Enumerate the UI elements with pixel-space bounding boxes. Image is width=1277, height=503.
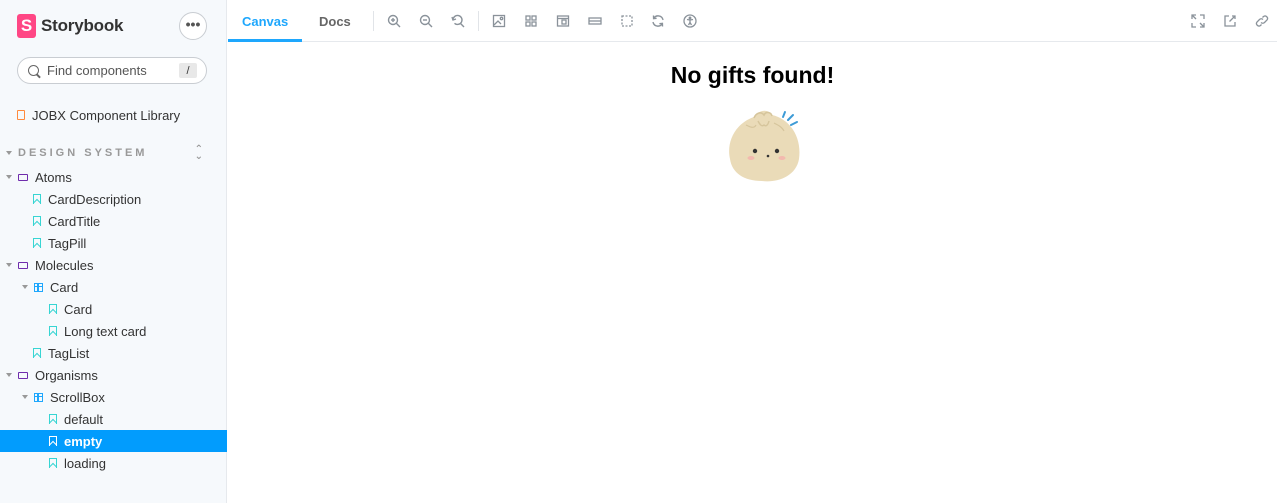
copy-link-icon[interactable] xyxy=(1254,13,1270,29)
chevron-down-icon xyxy=(6,175,12,179)
sidebar-item-label: TagPill xyxy=(48,235,87,251)
outline-icon[interactable] xyxy=(619,13,635,29)
sidebar-item-label: JOBX Component Library xyxy=(32,107,181,123)
folder-icon xyxy=(18,173,28,181)
sidebar-item-tagpill[interactable]: TagPill xyxy=(0,232,227,254)
accessibility-icon[interactable] xyxy=(682,13,698,29)
bookmark-icon xyxy=(49,458,57,468)
sidebar-item-card-component[interactable]: Card xyxy=(0,276,227,298)
background-icon[interactable] xyxy=(491,13,507,29)
folder-icon xyxy=(18,261,28,269)
bookmark-icon xyxy=(49,304,57,314)
chevron-down-icon xyxy=(6,373,12,377)
open-new-tab-icon[interactable] xyxy=(1222,13,1238,29)
sidebar-item-label: loading xyxy=(64,455,106,471)
sidebar-item-organisms[interactable]: Organisms xyxy=(0,364,227,386)
dumpling-icon xyxy=(729,110,800,182)
document-icon xyxy=(17,110,25,120)
sidebar-item-label: ScrollBox xyxy=(50,389,105,405)
folder-icon xyxy=(18,371,28,379)
component-icon xyxy=(34,282,43,292)
bookmark-icon xyxy=(33,348,41,358)
sidebar-item-empty[interactable]: empty xyxy=(0,430,227,452)
bookmark-icon xyxy=(33,216,41,226)
storybook-logo-icon: S xyxy=(17,14,36,38)
sidebar-item-label: Atoms xyxy=(35,169,72,185)
sidebar-item-long-text-card[interactable]: Long text card xyxy=(0,320,227,342)
viewport-icon[interactable] xyxy=(555,13,571,29)
zoom-in-icon[interactable] xyxy=(386,13,402,29)
bookmark-icon xyxy=(49,436,57,446)
sidebar-item-label: Molecules xyxy=(35,257,94,273)
sidebar-item-label: Card xyxy=(50,279,79,295)
toolbar-divider xyxy=(373,11,374,31)
fullscreen-icon[interactable] xyxy=(1190,13,1206,29)
tab-label: Canvas xyxy=(242,13,289,29)
story-canvas: No gifts found! xyxy=(228,43,1277,503)
search-shortcut-key: / xyxy=(179,63,197,78)
bookmark-icon xyxy=(49,414,57,424)
chevron-down-icon xyxy=(6,263,12,267)
zoom-out-icon[interactable] xyxy=(418,13,434,29)
search-icon xyxy=(28,65,39,76)
sidebar-item-jobx-component-library[interactable]: JOBX Component Library xyxy=(0,104,227,126)
sidebar-item-default[interactable]: default xyxy=(0,408,227,430)
sidebar-item-label: Long text card xyxy=(64,323,147,339)
sidebar-item-label: default xyxy=(64,411,104,427)
sidebar-item-label: CardTitle xyxy=(48,213,101,229)
empty-state-message: No gifts found! xyxy=(670,62,835,88)
chevron-down-icon xyxy=(6,151,12,155)
bookmark-icon xyxy=(33,238,41,248)
sidebar-item-card-story[interactable]: Card xyxy=(0,298,227,320)
expand-collapse-icon[interactable]: ⌃ ⌄ xyxy=(195,145,203,162)
tab-canvas[interactable]: Canvas xyxy=(228,0,303,42)
sidebar: S Storybook ••• / JOBX Component Library… xyxy=(0,0,227,503)
more-icon: ••• xyxy=(185,15,201,32)
tab-label: Docs xyxy=(319,13,351,29)
sidebar-item-label: Card xyxy=(64,301,93,317)
sidebar-item-loading[interactable]: loading xyxy=(0,452,227,474)
grid-icon[interactable] xyxy=(523,13,539,29)
sidebar-item-taglist[interactable]: TagList xyxy=(0,342,227,364)
preview-toolbar: Canvas Docs xyxy=(228,0,1277,42)
brand-title: Storybook xyxy=(41,16,124,35)
bookmark-icon xyxy=(33,194,41,204)
search-box[interactable]: / xyxy=(17,57,207,84)
section-title: DESIGN SYSTEM xyxy=(18,147,148,159)
sidebar-item-label: TagList xyxy=(48,345,90,361)
section-design-system[interactable]: DESIGN SYSTEM ⌃ ⌄ xyxy=(0,142,227,164)
sidebar-item-scrollbox[interactable]: ScrollBox xyxy=(0,386,227,408)
measure-icon[interactable] xyxy=(587,13,603,29)
toolbar-divider xyxy=(478,11,479,31)
sidebar-menu-button[interactable]: ••• xyxy=(179,12,207,40)
chevron-down-icon xyxy=(22,395,28,399)
sidebar-item-label: empty xyxy=(64,433,103,449)
search-input[interactable] xyxy=(47,63,187,78)
chevron-down-icon xyxy=(22,285,28,289)
sidebar-item-molecules[interactable]: Molecules xyxy=(0,254,227,276)
remount-icon[interactable] xyxy=(650,13,666,29)
bookmark-icon xyxy=(49,326,57,336)
sidebar-item-label: CardDescription xyxy=(48,191,142,207)
sidebar-item-carddescription[interactable]: CardDescription xyxy=(0,188,227,210)
zoom-reset-icon[interactable] xyxy=(450,13,466,29)
dumpling-illustration xyxy=(724,101,806,188)
sidebar-item-atoms[interactable]: Atoms xyxy=(0,166,227,188)
component-icon xyxy=(34,392,43,402)
sidebar-item-label: Organisms xyxy=(35,367,98,383)
storybook-brand[interactable]: S Storybook xyxy=(17,14,123,38)
sidebar-item-cardtitle[interactable]: CardTitle xyxy=(0,210,227,232)
tab-docs[interactable]: Docs xyxy=(305,0,365,42)
